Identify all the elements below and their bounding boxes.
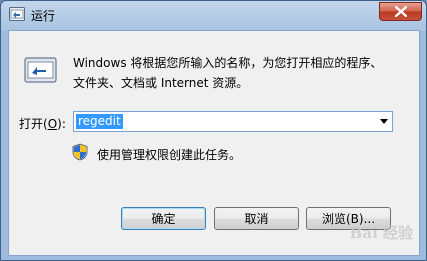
open-label-prefix: 打开( bbox=[19, 117, 48, 131]
open-label: 打开(O): bbox=[19, 115, 66, 132]
open-input-value[interactable]: regedit bbox=[76, 114, 123, 129]
description-line-1: Windows 将根据您所输入的名称，为您打开相应的程序、 bbox=[73, 56, 383, 70]
title-bar[interactable]: 运行 bbox=[1, 1, 426, 29]
open-label-suffix: ): bbox=[57, 117, 66, 131]
uac-shield-icon bbox=[71, 143, 89, 161]
description-line-2: 文件夹、文档或 Internet 资源。 bbox=[73, 76, 249, 90]
chevron-down-icon bbox=[379, 119, 388, 124]
run-program-icon bbox=[24, 57, 57, 83]
close-button[interactable] bbox=[379, 2, 422, 21]
baidu-watermark: Bai 经验 bbox=[349, 224, 413, 242]
run-dialog: 运行 Windows 将根据您所输入的名称，为您打开相应的程序、 文件夹、文档或… bbox=[0, 0, 427, 261]
admin-note: 使用管理权限创建此任务。 bbox=[97, 148, 242, 162]
dialog-body: Windows 将根据您所输入的名称，为您打开相应的程序、 文件夹、文档或 In… bbox=[8, 30, 420, 256]
run-icon bbox=[9, 7, 25, 21]
ok-button[interactable]: 确定 bbox=[121, 207, 206, 230]
cancel-button[interactable]: 取消 bbox=[214, 207, 299, 230]
run-description: Windows 将根据您所输入的名称，为您打开相应的程序、 文件夹、文档或 In… bbox=[73, 53, 403, 93]
open-combobox[interactable]: regedit bbox=[73, 111, 393, 132]
dropdown-button[interactable] bbox=[375, 112, 392, 131]
window-title: 运行 bbox=[31, 9, 56, 23]
open-label-accelerator: O bbox=[47, 117, 58, 131]
close-icon bbox=[394, 6, 407, 17]
